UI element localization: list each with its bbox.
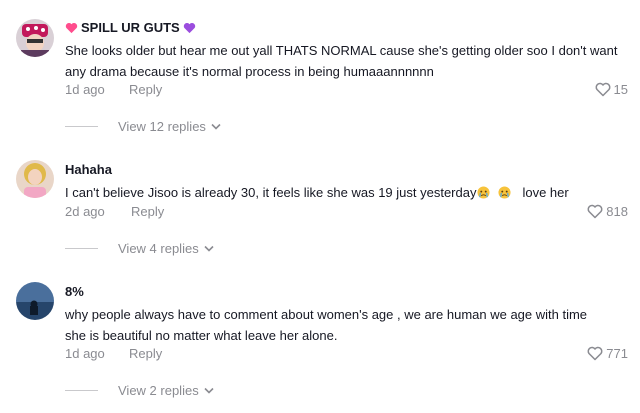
username-text: Hahaha [65,162,112,177]
reply-button[interactable]: Reply [129,346,162,361]
avatar[interactable] [16,19,54,57]
comment-date: 2d ago [65,204,105,219]
pink-heart-icon [65,23,78,34]
comment-username[interactable]: Hahaha [65,161,630,179]
sea-avatar-icon [16,282,54,320]
cartoon-avatar-icon [16,19,54,57]
crying-face-icon [498,186,512,199]
like-button[interactable]: 771 [587,346,628,361]
heart-outline-icon [587,204,603,219]
like-button[interactable]: 818 [587,204,628,219]
comment-date: 1d ago [65,346,105,361]
like-count: 818 [606,204,628,219]
comment-text-main: I can't believe Jisoo is already 30, it … [65,185,477,200]
view-replies-button[interactable]: View 12 replies [65,119,221,134]
divider-line [65,390,98,391]
avatar[interactable] [16,282,54,320]
crying-face-icon [477,186,491,199]
view-replies-label: View 2 replies [118,383,199,398]
like-count: 771 [606,346,628,361]
comment-text: I can't believe Jisoo is already 30, it … [65,182,630,203]
comment-text: She looks older but hear me out yall THA… [65,43,618,79]
avatar[interactable] [16,160,54,198]
reply-button[interactable]: Reply [131,204,164,219]
comment-text-end: love her [522,185,569,200]
comment-username[interactable]: 8% [65,283,630,301]
chevron-down-icon [204,245,214,252]
divider-line [65,248,98,249]
like-button[interactable]: 15 [595,82,628,97]
username-text: SPILL UR GUTS [81,20,180,35]
photo-avatar-icon [16,160,54,198]
chevron-down-icon [204,387,214,394]
comment-date: 1d ago [65,82,105,97]
view-replies-label: View 12 replies [118,119,206,134]
reply-button[interactable]: Reply [129,82,162,97]
view-replies-label: View 4 replies [118,241,199,256]
view-replies-button[interactable]: View 4 replies [65,241,214,256]
heart-outline-icon [587,346,603,361]
like-count: 15 [613,82,628,97]
comment-text: why people always have to comment about … [65,307,588,343]
view-replies-button[interactable]: View 2 replies [65,383,214,398]
purple-heart-icon [183,23,195,34]
chevron-down-icon [211,123,221,130]
heart-outline-icon [595,82,610,97]
comment-username[interactable]: SPILL UR GUTS [65,19,630,37]
divider-line [65,126,98,127]
username-text: 8% [65,284,84,299]
